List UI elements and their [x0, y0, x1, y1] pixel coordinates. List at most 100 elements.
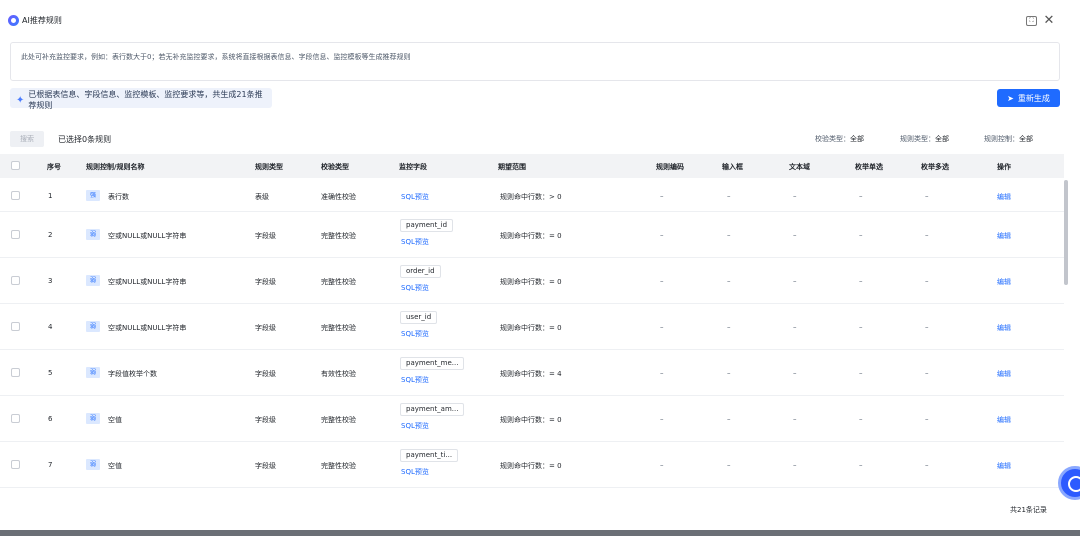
sql-preview-link[interactable]: SQL预览 — [401, 237, 429, 247]
filter-value: 全部 — [850, 135, 864, 143]
rule-code: – — [660, 415, 664, 423]
row-checkbox[interactable] — [11, 276, 20, 285]
filter-check-type[interactable]: 校验类型：全部 — [815, 134, 864, 144]
filter-rule-control[interactable]: 规则控制：全部 — [984, 134, 1033, 144]
sql-preview-link[interactable]: SQL预览 — [401, 467, 429, 477]
page-title: AI推荐规则 — [22, 16, 62, 25]
table-row: 2 弱 空或NULL或NULL字符串 字段级 完整性校验 payment_id … — [0, 212, 1064, 258]
control-badge: 弱 — [86, 321, 100, 332]
input-value: – — [727, 461, 731, 469]
edit-link[interactable]: 编辑 — [997, 231, 1011, 241]
expected-range: 规则命中行数：= 0 — [500, 278, 562, 286]
filter-value: 全部 — [1019, 135, 1033, 143]
fullscreen-icon[interactable]: ⛶ — [1026, 16, 1037, 26]
col-expected-range: 期望范围 — [498, 163, 526, 171]
table-row: 4 弱 空或NULL或NULL字符串 字段级 完整性校验 user_id SQL… — [0, 304, 1064, 350]
monitor-field-tag: payment_ti... — [400, 449, 459, 462]
requirement-placeholder: 此处可补充监控要求，例如：表行数大于0；若无补充监控要求，系统将直接根据表信息、… — [21, 53, 411, 61]
filter-value: 全部 — [935, 135, 949, 143]
edit-link[interactable]: 编辑 — [997, 461, 1011, 471]
control-badge: 弱 — [86, 229, 100, 240]
rule-name: 字段值枚举个数 — [108, 370, 157, 378]
edit-link[interactable]: 编辑 — [997, 415, 1011, 425]
row-index: 5 — [48, 369, 53, 377]
check-type: 完整性校验 — [321, 324, 356, 332]
row-checkbox[interactable] — [11, 460, 20, 469]
enum-single-value: – — [859, 323, 863, 331]
control-badge: 弱 — [86, 413, 100, 424]
bottom-edge — [0, 530, 1080, 536]
sql-preview-link[interactable]: SQL预览 — [401, 329, 429, 339]
sql-preview-link[interactable]: SQL预览 — [401, 375, 429, 385]
row-checkbox[interactable] — [11, 368, 20, 377]
rule-name: 空或NULL或NULL字符串 — [108, 324, 187, 332]
rule-type: 表级 — [255, 193, 269, 201]
rule-name: 空值 — [108, 416, 122, 424]
rule-code: – — [660, 192, 664, 200]
expected-range: 规则命中行数：= 0 — [500, 462, 562, 470]
table-row: 6 弱 空值 字段级 完整性校验 payment_am... SQL预览 规则命… — [0, 396, 1064, 442]
col-rule-type: 规则类型 — [255, 163, 283, 171]
monitor-requirement-input[interactable]: 此处可补充监控要求，例如：表行数大于0；若无补充监控要求，系统将直接根据表信息、… — [10, 42, 1060, 81]
enum-multi-value: – — [925, 415, 929, 423]
textarea-value: – — [793, 323, 797, 331]
control-badge: 弱 — [86, 275, 100, 286]
generation-info-bar: ✦ 已根据表信息、字段信息、监控模板、监控要求等，共生成21条推荐规则 — [10, 88, 272, 110]
input-value: – — [727, 415, 731, 423]
close-icon[interactable]: ✕ — [1042, 14, 1056, 28]
filter-label: 规则类型： — [900, 135, 935, 143]
col-rule-code: 规则编码 — [656, 163, 684, 171]
row-index: 3 — [48, 277, 53, 285]
filter-rule-type[interactable]: 规则类型：全部 — [900, 134, 949, 144]
rule-name: 空或NULL或NULL字符串 — [108, 278, 187, 286]
filter-label: 校验类型： — [815, 135, 850, 143]
col-index: 序号 — [47, 163, 61, 171]
edit-link[interactable]: 编辑 — [997, 277, 1011, 287]
edit-link[interactable]: 编辑 — [997, 192, 1011, 202]
select-all-checkbox[interactable] — [11, 161, 20, 170]
row-checkbox[interactable] — [11, 191, 20, 200]
rule-code: – — [660, 231, 664, 239]
expected-range: 规则命中行数：> 0 — [500, 193, 562, 201]
title-bar: AI推荐规则 ⛶ ✕ — [0, 0, 1080, 40]
control-badge: 弱 — [86, 459, 100, 470]
expected-range: 规则命中行数：= 0 — [500, 416, 562, 424]
col-enum-single: 枚举单选 — [855, 163, 883, 171]
enum-multi-value: – — [925, 369, 929, 377]
input-value: – — [727, 323, 731, 331]
row-checkbox[interactable] — [11, 230, 20, 239]
check-type: 完整性校验 — [321, 278, 356, 286]
col-action: 操作 — [997, 163, 1011, 171]
edit-link[interactable]: 编辑 — [997, 323, 1011, 333]
table-row: 7 弱 空值 字段级 完整性校验 payment_ti... SQL预览 规则命… — [0, 442, 1064, 488]
regenerate-button[interactable]: ➤ 重新生成 — [997, 89, 1060, 107]
enum-multi-value: – — [925, 192, 929, 200]
assistant-float-icon[interactable] — [1058, 466, 1080, 500]
selected-count: 已选择0条规则 — [58, 135, 112, 144]
enum-multi-value: – — [925, 231, 929, 239]
check-type: 准确性校验 — [321, 193, 356, 201]
sql-preview-link[interactable]: SQL预览 — [401, 192, 429, 202]
col-enum-multi: 枚举多选 — [921, 163, 949, 171]
rule-type: 字段级 — [255, 462, 276, 470]
sparkle-icon: ✦ — [16, 94, 25, 106]
row-checkbox[interactable] — [11, 414, 20, 423]
row-checkbox[interactable] — [11, 322, 20, 331]
rule-code: – — [660, 461, 664, 469]
sql-preview-link[interactable]: SQL预览 — [401, 421, 429, 431]
sql-preview-link[interactable]: SQL预览 — [401, 283, 429, 293]
ai-logo-icon — [8, 15, 19, 26]
edit-link[interactable]: 编辑 — [997, 369, 1011, 379]
col-textarea: 文本域 — [789, 163, 810, 171]
rule-type: 字段级 — [255, 278, 276, 286]
send-icon: ➤ — [1007, 93, 1014, 103]
rule-type: 字段级 — [255, 416, 276, 424]
search-button[interactable]: 搜索 — [10, 131, 44, 147]
row-index: 1 — [48, 192, 53, 200]
monitor-field-tag: payment_me... — [400, 357, 465, 370]
check-type: 完整性校验 — [321, 462, 356, 470]
filter-label: 规则控制： — [984, 135, 1019, 143]
row-index: 4 — [48, 323, 53, 331]
enum-single-value: – — [859, 461, 863, 469]
table-scrollbar[interactable] — [1064, 180, 1068, 285]
